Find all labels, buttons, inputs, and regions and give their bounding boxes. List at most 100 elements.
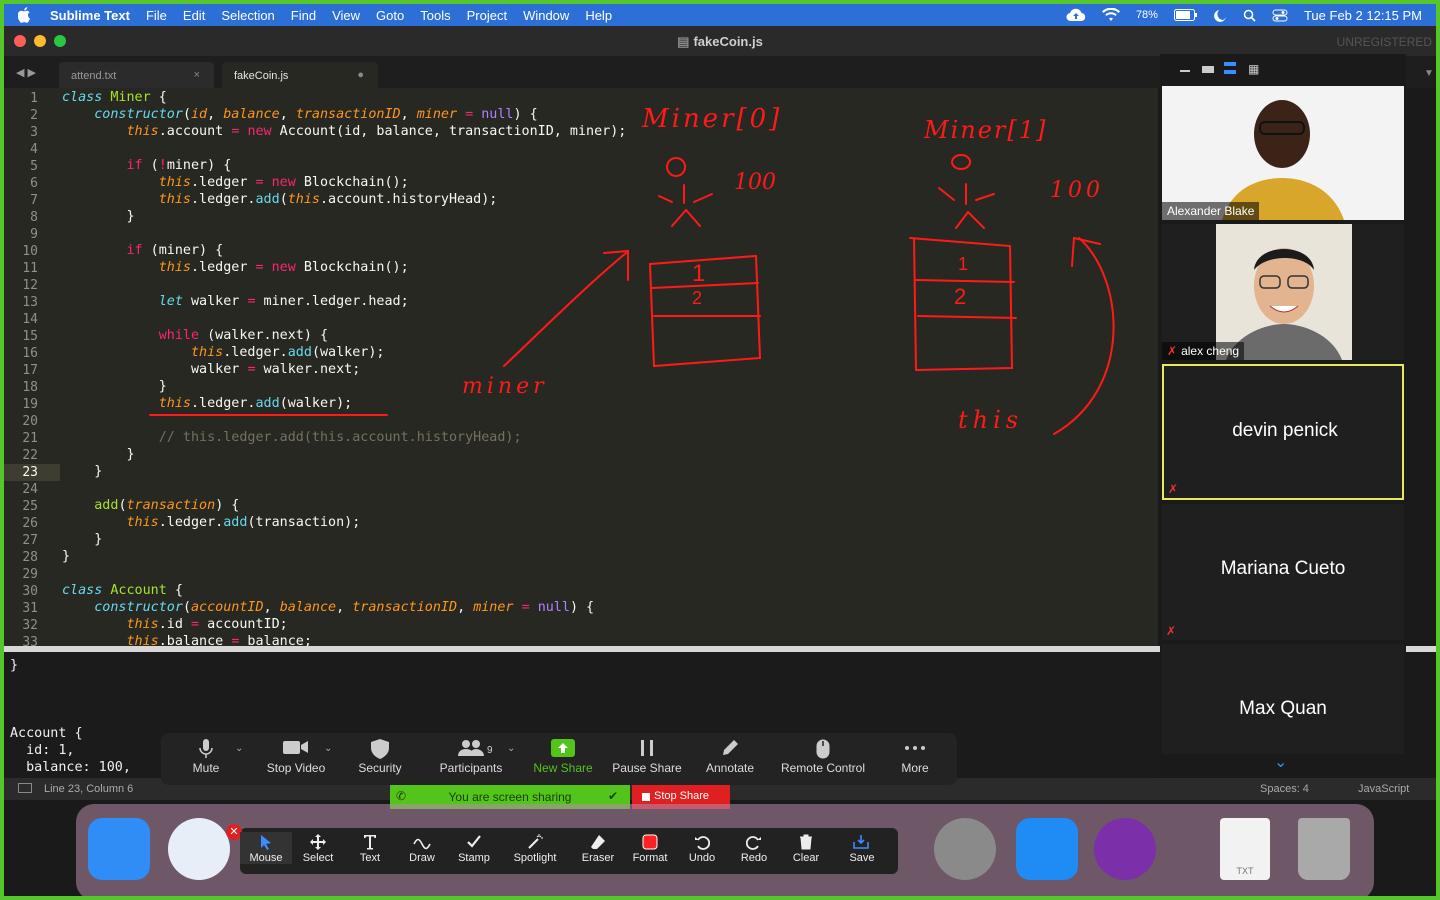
video-tile-mariana-cueto[interactable]: Mariana Cueto ✗: [1162, 504, 1404, 640]
video-tile-devin-penick[interactable]: devin penick ✗: [1162, 364, 1404, 500]
menu-goto[interactable]: Goto: [376, 8, 404, 23]
speaker-view-icon[interactable]: [1202, 66, 1214, 73]
video-camera-icon: [283, 741, 308, 754]
menu-project[interactable]: Project: [467, 8, 507, 23]
participants-button[interactable]: Participants: [431, 737, 511, 775]
tool-text[interactable]: Text: [344, 832, 396, 864]
annotate-button[interactable]: Annotate: [699, 737, 761, 775]
control-center-icon[interactable]: [1272, 9, 1288, 22]
battery-percent: 78%: [1135, 9, 1158, 21]
output-line: }: [10, 658, 19, 673]
menu-bar: Sublime Text File Edit Selection Find Vi…: [4, 4, 1436, 26]
participant-name: Max Quan: [1239, 698, 1327, 719]
unregistered-label: UNREGISTERED: [1336, 35, 1432, 49]
tool-save[interactable]: Save: [834, 832, 890, 864]
new-share-button[interactable]: New Share: [529, 737, 597, 775]
menu-view[interactable]: View: [332, 8, 360, 23]
menu-tools[interactable]: Tools: [420, 8, 450, 23]
tool-undo[interactable]: Undo: [676, 832, 728, 864]
search-icon[interactable]: [1243, 9, 1256, 22]
panel-toggle-icon[interactable]: [18, 783, 32, 793]
video-tile-alexander-blake[interactable]: Alexander Blake: [1162, 86, 1404, 220]
tool-eraser[interactable]: Eraser: [572, 832, 624, 864]
txt-document-label: TXT: [1236, 866, 1254, 876]
participants-count: 9: [487, 745, 493, 756]
participants-icon: [458, 740, 484, 756]
code-editor[interactable]: 1 2 3 4 5 6 7 8 9 10 11 12 13 14 15 16 17 18 19 20 21 22 23 24 2…: [4, 88, 1158, 646]
menu-find[interactable]: Find: [291, 8, 316, 23]
strip-view-icon[interactable]: [1224, 62, 1236, 74]
tool-stamp[interactable]: Stamp: [448, 832, 500, 864]
moon-icon[interactable]: [1214, 9, 1227, 22]
participant-video-panel: ▦ Alexander Blake ✗ alex cheng devin pen…: [1160, 54, 1406, 778]
tool-spotlight[interactable]: Spotlight: [502, 832, 568, 864]
cloud-upload-icon[interactable]: [1066, 8, 1086, 22]
menu-edit[interactable]: Edit: [183, 8, 205, 23]
microphone-icon: [199, 739, 213, 758]
system-preferences-icon[interactable]: [934, 818, 996, 880]
screen: Sublime Text File Edit Selection Find Vi…: [0, 0, 1440, 900]
video-options-chevron-icon[interactable]: ⌄: [324, 743, 332, 754]
syntax-mode[interactable]: JavaScript: [1358, 783, 1409, 795]
menu-file[interactable]: File: [146, 8, 167, 23]
gallery-view-icon[interactable]: ▦: [1248, 62, 1259, 76]
tool-clear[interactable]: Clear: [780, 832, 832, 864]
sharing-message: You are screen sharing: [448, 790, 572, 804]
github-desktop-icon[interactable]: [1094, 818, 1156, 880]
tool-mouse[interactable]: Mouse: [240, 832, 292, 864]
video-tile-alex-cheng[interactable]: ✗ alex cheng: [1162, 224, 1404, 360]
share-screen-icon: [551, 739, 575, 757]
tool-redo[interactable]: Redo: [728, 832, 780, 864]
menu-window[interactable]: Window: [523, 8, 569, 23]
pause-share-button[interactable]: Pause Share: [609, 737, 685, 775]
tool-draw[interactable]: Draw: [396, 832, 448, 864]
finder-icon[interactable]: [88, 818, 150, 880]
scroll-down-chevron-icon[interactable]: ⌄: [1274, 752, 1287, 772]
indentation-setting[interactable]: Spaces: 4: [1260, 783, 1309, 795]
security-button[interactable]: Security: [349, 737, 411, 775]
video-tile-max-quan[interactable]: Max Quan: [1162, 644, 1404, 754]
tab-label: fakeCoin.js: [234, 70, 289, 82]
cursor-position: Line 23, Column 6: [44, 783, 134, 795]
tab-nav-arrows-icon[interactable]: ◀ ▶: [16, 66, 36, 79]
output-line: Account {: [10, 726, 83, 741]
wifi-icon[interactable]: [1101, 8, 1120, 22]
app-name-menu[interactable]: Sublime Text: [50, 8, 130, 23]
app-store-icon[interactable]: [1016, 818, 1078, 880]
remote-control-button[interactable]: Remote Control: [775, 737, 871, 775]
trash-can-icon: [800, 834, 812, 850]
tool-format[interactable]: Format: [624, 832, 676, 864]
minimize-panel-icon[interactable]: [1180, 70, 1190, 72]
shield-check-icon: ✔: [608, 789, 619, 803]
tool-select[interactable]: Select: [292, 832, 344, 864]
menu-help[interactable]: Help: [585, 8, 612, 23]
stop-square-icon: [642, 793, 650, 801]
apple-icon[interactable]: [18, 7, 32, 23]
battery-icon[interactable]: [1173, 9, 1198, 21]
more-button[interactable]: More: [891, 737, 939, 775]
tab-close-icon[interactable]: ×: [194, 69, 200, 81]
ink-arrow-miner: [503, 249, 629, 367]
ink-text-row2-a: 2: [692, 288, 703, 308]
ink-text-miner0: Miner[0]: [642, 104, 783, 134]
stop-video-button[interactable]: Stop Video: [261, 737, 331, 775]
menubar-clock[interactable]: Tue Feb 2 12:15 PM: [1304, 8, 1422, 23]
participant-name: Alexander Blake: [1162, 202, 1260, 220]
menu-selection[interactable]: Selection: [221, 8, 274, 23]
mute-button[interactable]: Mute: [175, 737, 237, 775]
tab-label: attend.txt: [71, 70, 117, 82]
trash-icon[interactable]: [1298, 818, 1350, 880]
tab-fakecoin-js[interactable]: fakeCoin.js ●: [222, 62, 378, 88]
tab-unsaved-dot-icon[interactable]: ●: [357, 69, 364, 81]
txt-document-icon[interactable]: TXT: [1220, 818, 1270, 880]
participant-video: [1216, 224, 1352, 360]
tab-attend-txt[interactable]: attend.txt ×: [59, 62, 214, 88]
mute-options-chevron-icon[interactable]: ⌄: [235, 743, 243, 754]
ink-miner1-body: [938, 183, 995, 229]
tab-overflow-chevron-icon[interactable]: ▼: [1424, 68, 1434, 79]
participants-chevron-icon[interactable]: ⌄: [507, 743, 515, 754]
ink-text-row2-b: 2: [954, 284, 967, 309]
safari-icon[interactable]: [168, 818, 230, 880]
more-dots-icon: [905, 746, 925, 750]
muted-mic-icon: ✗: [1167, 344, 1178, 358]
